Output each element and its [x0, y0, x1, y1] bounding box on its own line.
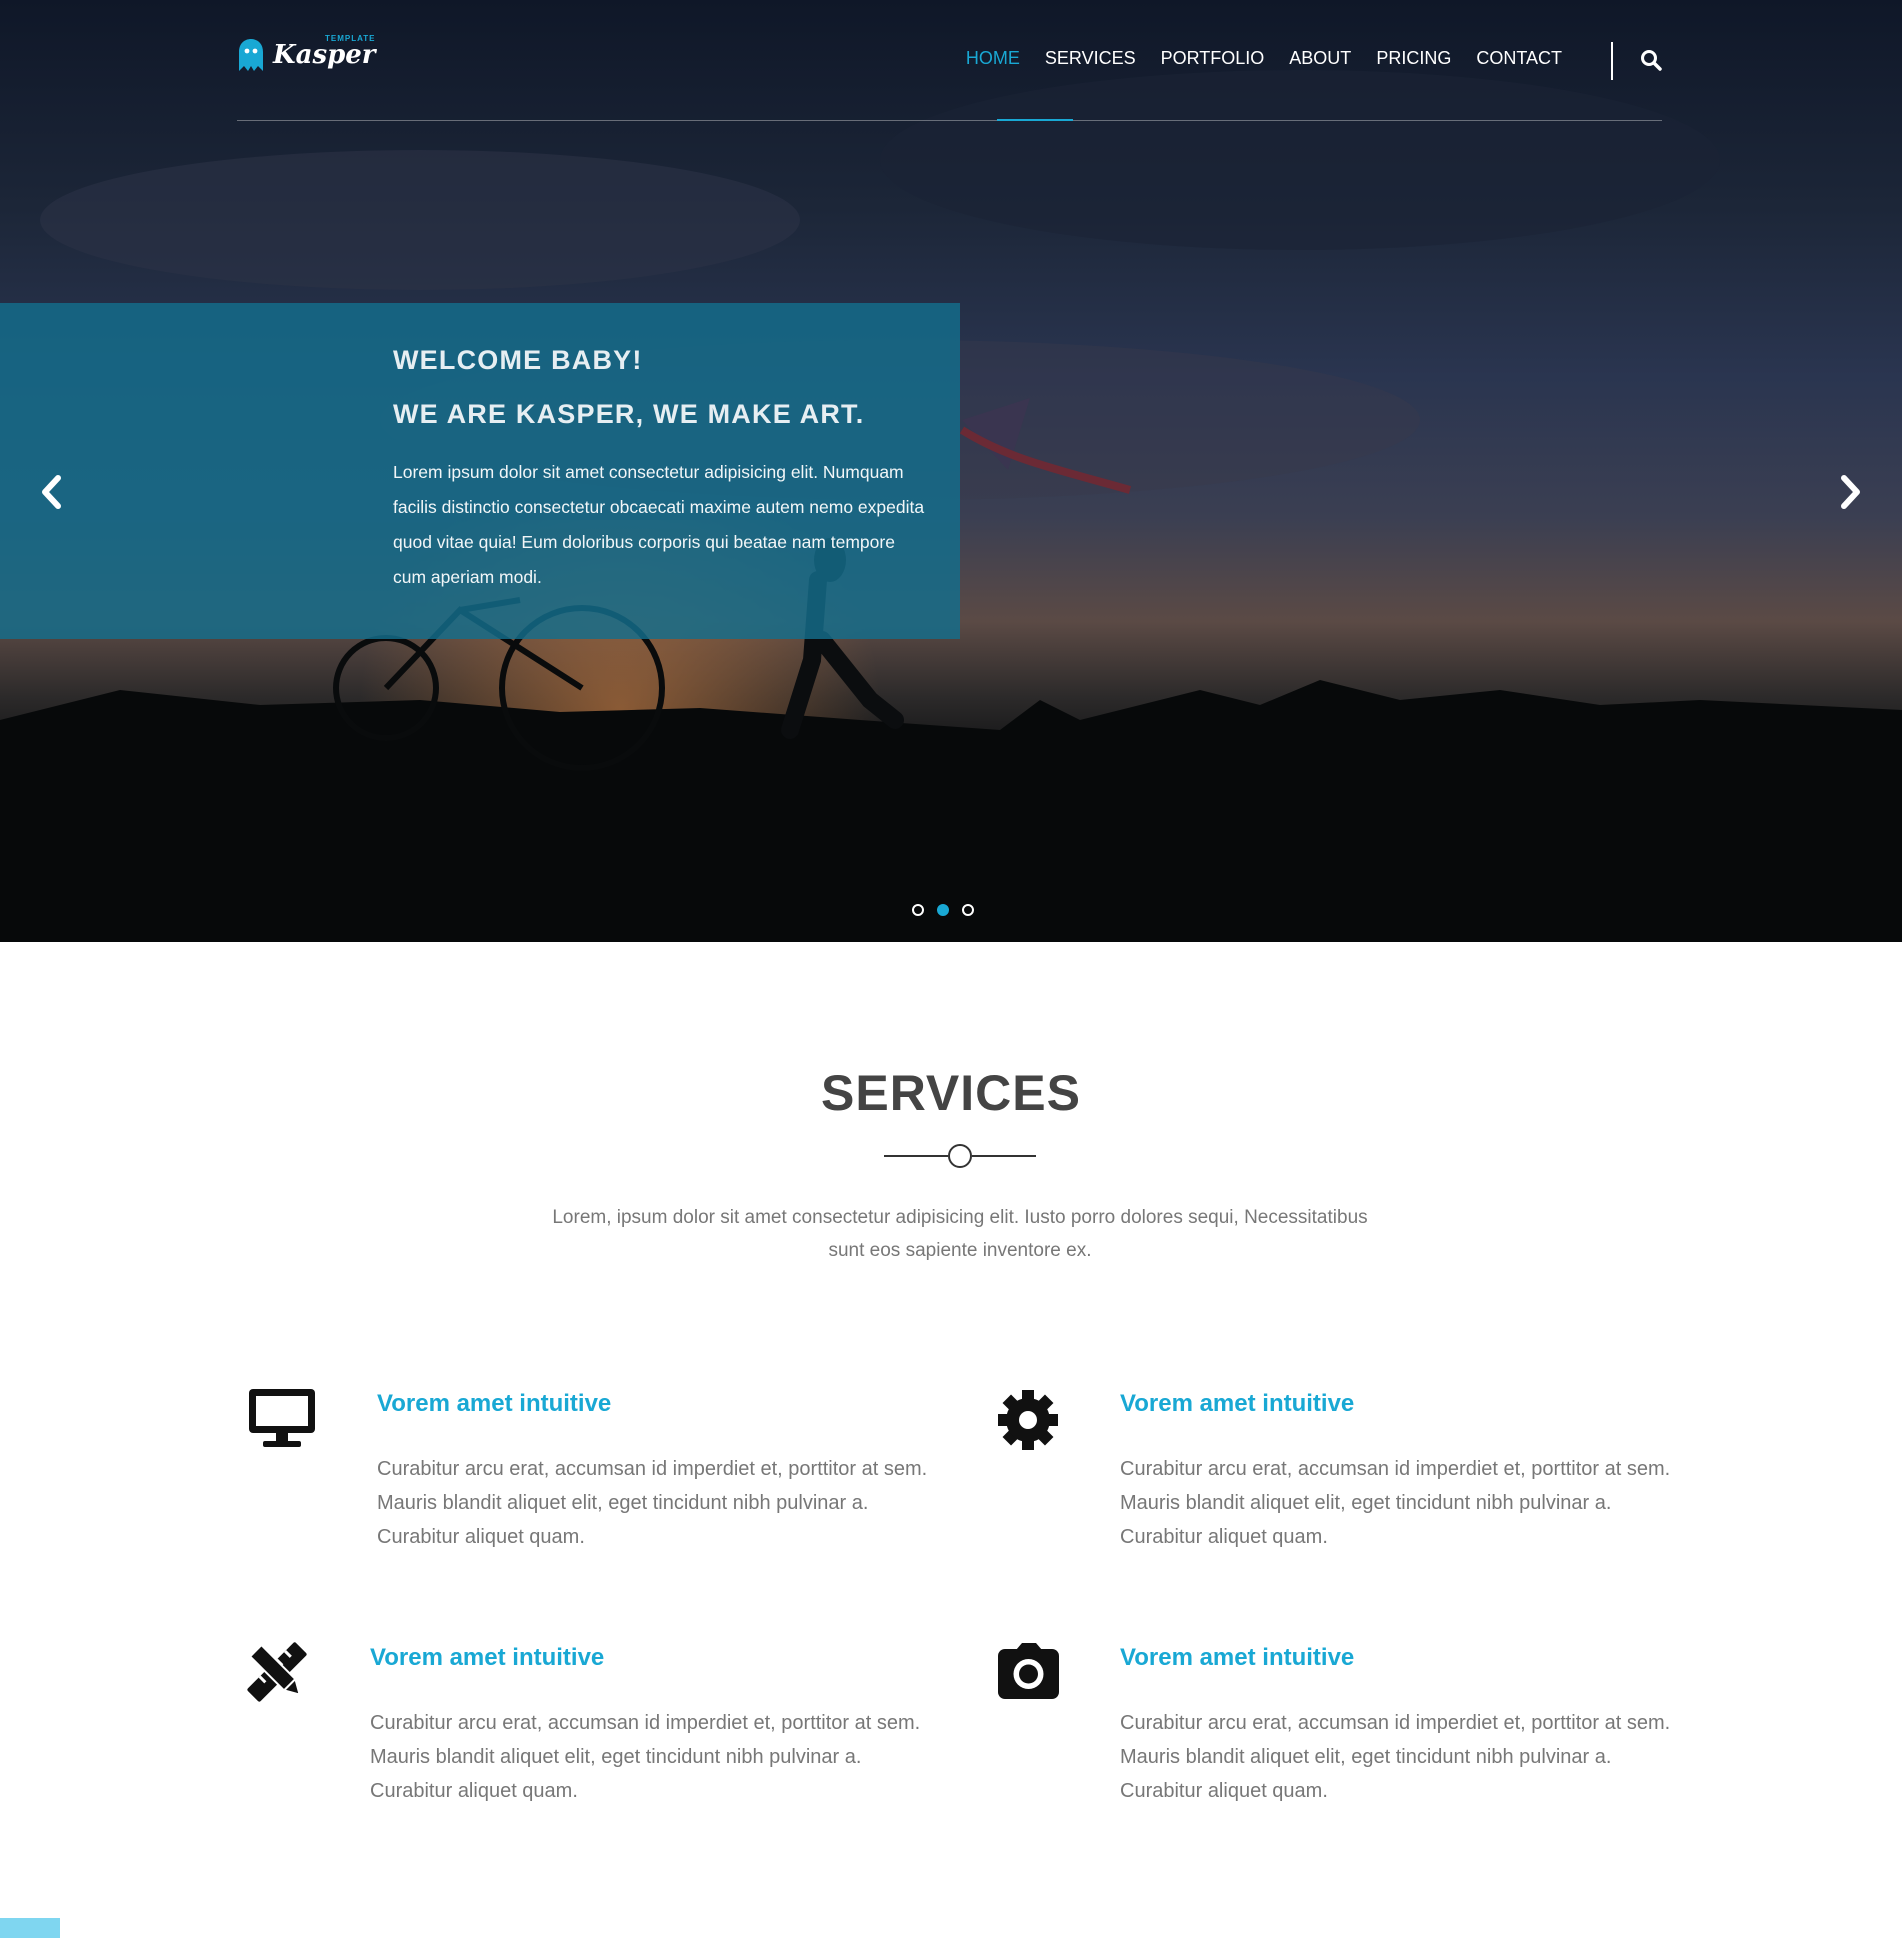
hero-slider: Kasper TEMPLATE HOME SERVICES PORTFOLIO … — [0, 0, 1902, 942]
gear-icon — [998, 1390, 1058, 1450]
services-title: SERVICES — [821, 1065, 1081, 1121]
camera-icon — [998, 1643, 1059, 1699]
slide-description: Lorem ipsum dolor sit amet consectetur a… — [393, 462, 925, 587]
slider-dot-1[interactable] — [912, 904, 924, 916]
slider-prev-arrow-icon[interactable] — [36, 472, 66, 512]
logo[interactable]: Kasper TEMPLATE — [237, 34, 376, 72]
title-divider — [884, 1144, 1036, 1168]
nav-divider — [1611, 42, 1613, 80]
nav-item-contact[interactable]: CONTACT — [1476, 48, 1562, 69]
slider-dot-2[interactable] — [937, 904, 949, 916]
search-icon[interactable] — [1640, 49, 1662, 71]
scroll-to-top-button[interactable] — [0, 1918, 60, 1938]
slider-dots — [912, 904, 987, 916]
services-intro: Lorem, ipsum dolor sit amet consectetur … — [552, 1207, 1368, 1261]
service-text: Curabitur arcu erat, accumsan id imperdi… — [1120, 1712, 1671, 1802]
nav-item-about[interactable]: ABOUT — [1289, 48, 1351, 69]
ghost-logo-icon — [239, 39, 263, 71]
nav-item-services[interactable]: SERVICES — [1045, 48, 1136, 69]
slider-dot-3[interactable] — [962, 904, 974, 916]
service-title: Vorem amet intuitive — [377, 1390, 612, 1417]
nav-item-portfolio[interactable]: PORTFOLIO — [1161, 48, 1265, 69]
slider-next-arrow-icon[interactable] — [1836, 472, 1866, 512]
nav-item-pricing[interactable]: PRICING — [1376, 48, 1451, 69]
service-title: Vorem amet intuitive — [1120, 1644, 1355, 1671]
main-nav: HOME SERVICES PORTFOLIO ABOUT PRICING CO… — [941, 48, 1562, 69]
slide-heading-tagline: WE ARE KASPER, WE MAKE ART. — [393, 399, 865, 429]
service-text: Curabitur arcu erat, accumsan id imperdi… — [370, 1712, 921, 1802]
slide-caption-box: WELCOME BABY! WE ARE KASPER, WE MAKE ART… — [0, 303, 960, 639]
navbar: Kasper TEMPLATE HOME SERVICES PORTFOLIO … — [237, 0, 1662, 121]
nav-item-home[interactable]: HOME — [966, 48, 1020, 69]
service-text: Curabitur arcu erat, accumsan id imperdi… — [1120, 1458, 1671, 1548]
logo-tag: TEMPLATE — [325, 34, 376, 43]
active-nav-underline — [997, 119, 1073, 121]
slide-heading-welcome: WELCOME BABY! — [393, 345, 643, 375]
pencil-ruler-icon — [247, 1642, 307, 1702]
desktop-icon — [249, 1389, 315, 1447]
service-title: Vorem amet intuitive — [370, 1644, 605, 1671]
logo-name: Kasper — [273, 40, 376, 70]
service-text: Curabitur arcu erat, accumsan id imperdi… — [377, 1458, 928, 1548]
service-title: Vorem amet intuitive — [1120, 1390, 1355, 1417]
logo-text: Kasper TEMPLATE — [273, 34, 376, 70]
